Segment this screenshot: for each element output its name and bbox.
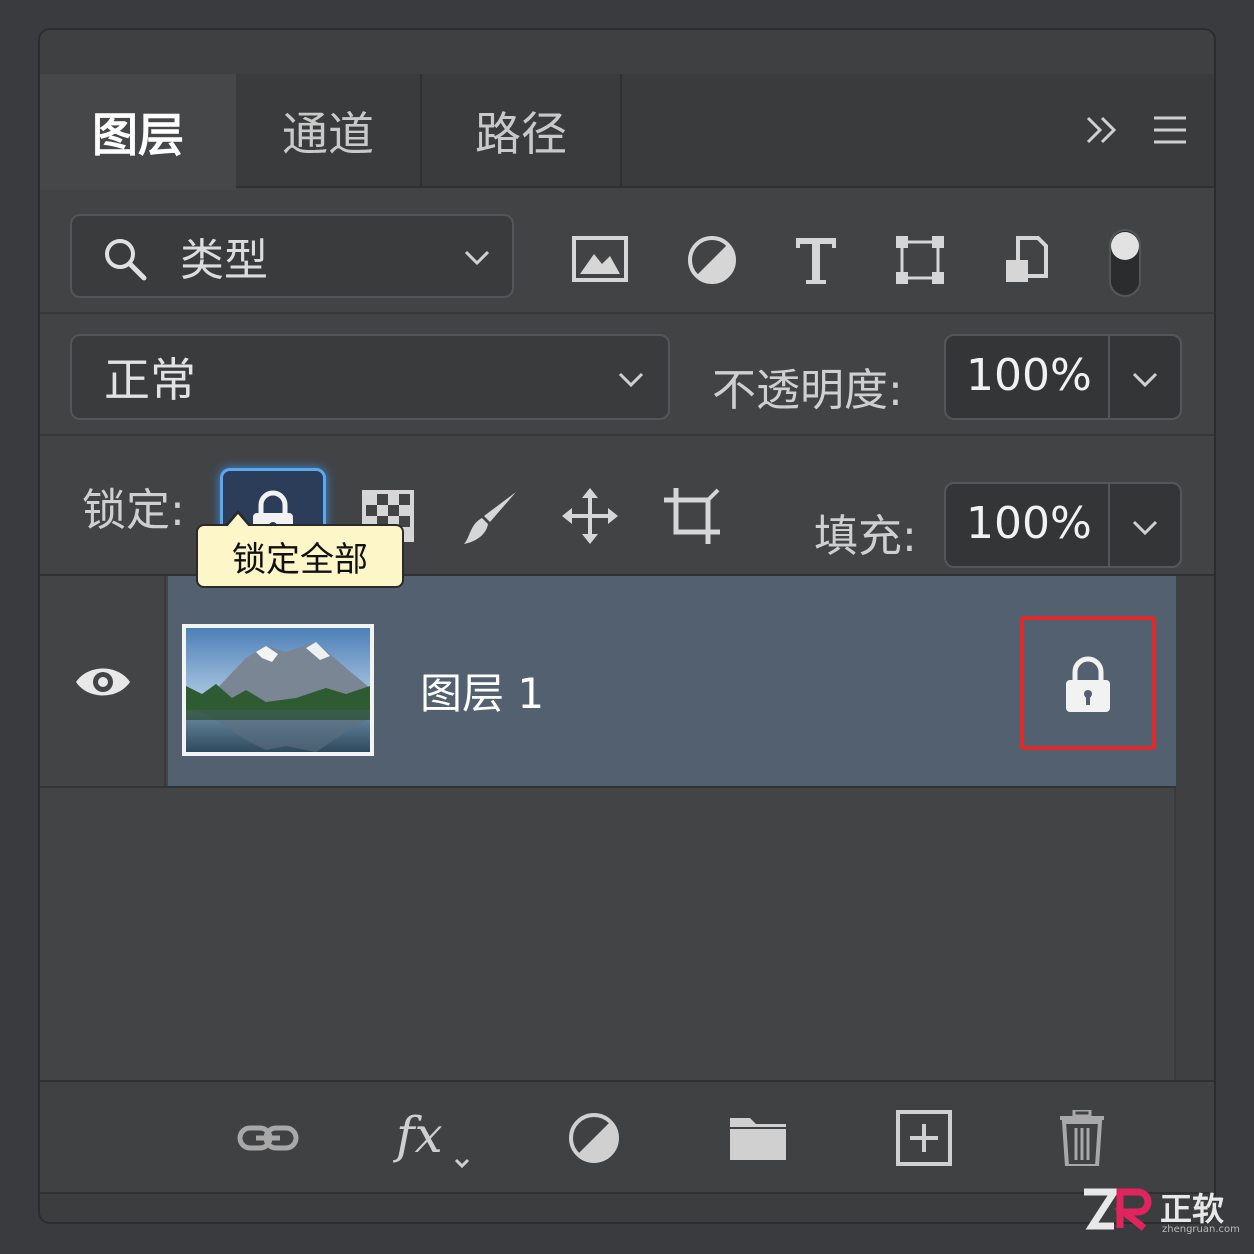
new-group-folder-icon[interactable] [726,1110,790,1166]
mountain-lake-image [186,628,370,752]
blend-mode-dropdown[interactable]: 正常 [70,334,670,420]
fx-layer-style-icon[interactable]: fx [392,1106,482,1176]
lock-position-move-icon[interactable] [560,486,620,546]
new-layer-icon[interactable] [892,1110,956,1166]
lock-all-tooltip: 锁定全部 [196,510,404,588]
tab-layers[interactable]: 图层 [40,74,236,190]
lock-icon[interactable] [1062,656,1114,714]
tab-channels[interactable]: 通道 [236,74,422,188]
zr-logo-icon [1084,1188,1152,1231]
shape-filter-icon[interactable] [890,232,950,288]
adjustment-layer-icon[interactable] [562,1110,626,1166]
visibility-cell[interactable] [40,576,166,786]
blend-row: 正常 不透明度: 100% [40,314,1214,436]
panel-grip[interactable] [40,30,1214,74]
chevron-down-icon [464,250,490,266]
field-divider [1108,484,1110,566]
adjustment-filter-icon[interactable] [682,232,742,288]
opacity-field[interactable]: 100% [944,334,1182,420]
layer-thumbnail[interactable] [182,624,374,756]
layer-row[interactable]: 图层 1 [40,576,1176,788]
opacity-label: 不透明度: [712,365,903,416]
opacity-value[interactable]: 100% [966,350,1092,401]
opacity-chevron-down-icon[interactable] [1130,370,1160,390]
layer-body[interactable]: 图层 1 [168,576,1176,786]
layer-lock-highlight [1020,616,1156,750]
field-divider [1108,336,1110,418]
type-filter-icon[interactable] [786,232,846,288]
filter-kind-label: 类型 [180,235,268,286]
watermark-sub: zhengruan.com [1162,1224,1240,1235]
image-filter-icon[interactable] [570,232,630,288]
fill-field[interactable]: 100% [944,482,1182,568]
panel-tab-bar: 图层 通道 路径 [40,74,1214,190]
layers-panel: 图层 通道 路径 类型 正常 不透明度: 100% 锁定: 填充: 100% 图… [38,28,1216,1224]
panel-footer [40,1192,1214,1222]
filter-row: 类型 [40,190,1214,314]
fill-label: 填充: [814,511,917,562]
layer-name[interactable]: 图层 1 [420,660,544,721]
lock-label: 锁定: [82,485,185,536]
lock-image-pixels-brush-icon[interactable] [460,488,520,548]
eye-icon[interactable] [74,662,132,702]
scrollbar[interactable] [1174,576,1214,1080]
layers-list: 图层 1 [40,576,1214,1080]
filter-toggle-icon[interactable] [1100,226,1150,300]
chevron-down-icon [618,372,644,388]
fill-chevron-down-icon[interactable] [1130,518,1160,538]
fill-value[interactable]: 100% [966,498,1092,549]
smart-object-filter-icon[interactable] [996,232,1056,288]
panel-menu-icon[interactable] [1150,110,1190,150]
tab-paths[interactable]: 路径 [422,74,622,188]
collapse-icon[interactable] [1082,110,1122,150]
trash-icon[interactable] [1050,1110,1114,1166]
lock-artboard-crop-icon[interactable] [662,486,722,546]
filter-kind-dropdown[interactable]: 类型 [70,214,514,298]
link-layers-icon[interactable] [236,1110,300,1166]
search-icon [105,239,147,281]
watermark: 正软 zhengruan.com [1080,1184,1250,1244]
bottom-toolbar: fx [40,1080,1214,1192]
blend-mode-label: 正常 [104,353,196,407]
svg-text:fx: fx [392,1106,443,1164]
